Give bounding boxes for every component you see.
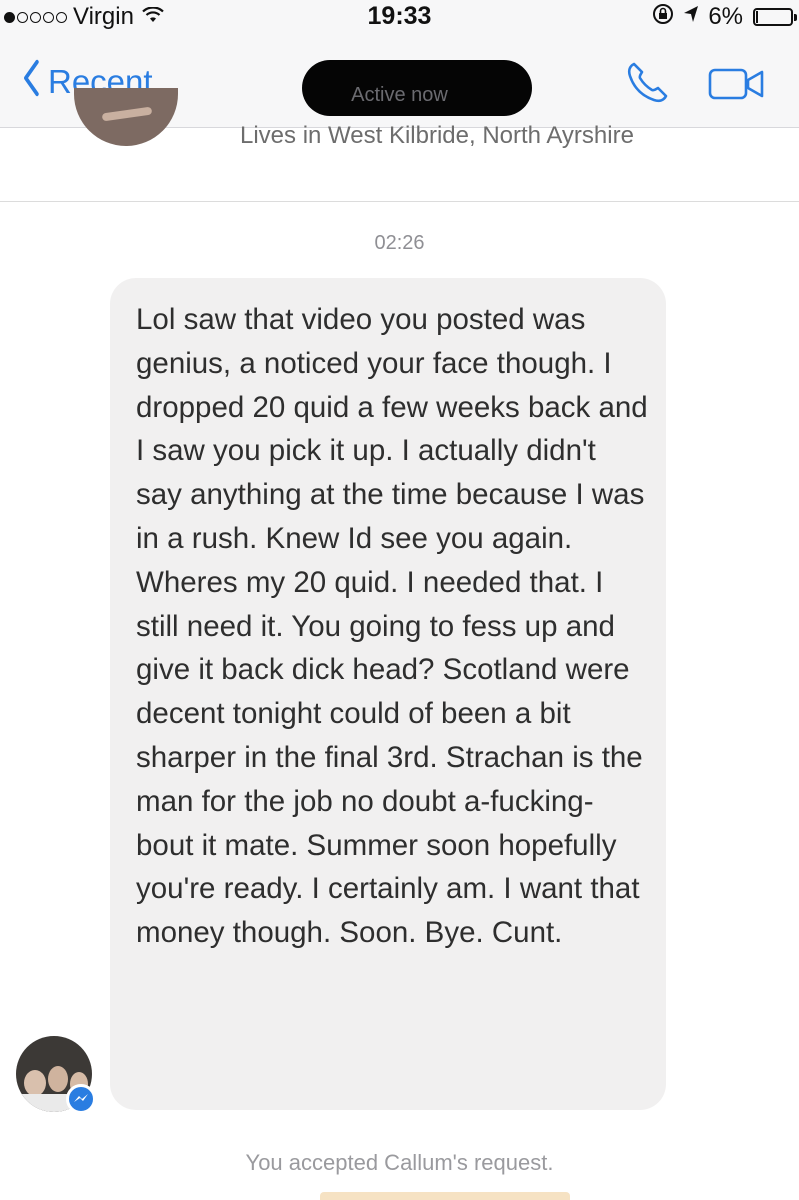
status-bar: Virgin 19:33 6% [0, 0, 799, 36]
battery-icon [753, 8, 797, 26]
location-arrow-icon [682, 3, 700, 31]
message-timestamp: 02:26 [374, 232, 425, 254]
profile-avatar[interactable] [74, 88, 178, 146]
call-button[interactable] [622, 58, 672, 108]
phone-icon [627, 62, 668, 103]
battery-percent: 6% [708, 3, 743, 30]
profile-header: Lives in West Kilbride, North Ayrshire [0, 88, 799, 202]
profile-location: Lives in West Kilbride, North Ayrshire [240, 122, 634, 149]
battery-fill [756, 11, 758, 23]
next-item-edge [320, 1192, 570, 1200]
messenger-icon [66, 1084, 96, 1114]
status-right: 6% [652, 3, 797, 31]
system-notice: You accepted Callum's request. [245, 1150, 554, 1175]
message-text: Lol saw that video you posted was genius… [136, 303, 648, 950]
video-camera-icon [708, 68, 764, 100]
message-bubble[interactable]: Lol saw that video you posted was genius… [110, 278, 666, 1110]
rotation-lock-icon [652, 3, 674, 31]
video-call-button[interactable] [708, 66, 768, 102]
messenger-screen: Virgin 19:33 6% Recent Active now Lives … [0, 0, 799, 1200]
